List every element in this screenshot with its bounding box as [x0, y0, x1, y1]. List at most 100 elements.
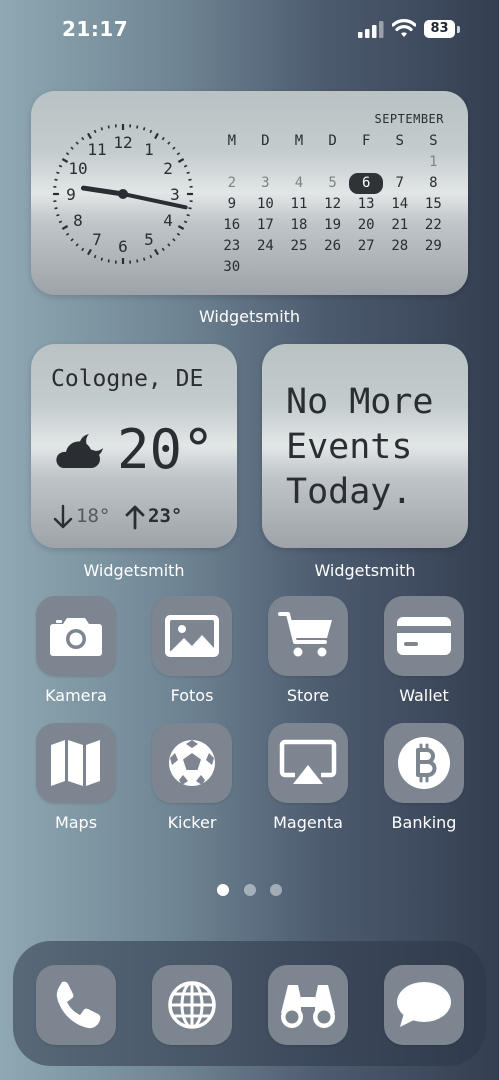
calendar-day: 10 — [256, 196, 274, 212]
app-banking[interactable] — [384, 723, 464, 803]
calendar-day: 5 — [328, 175, 337, 191]
clock-number: 2 — [163, 159, 173, 178]
clock-tick — [87, 248, 92, 256]
clock-tick — [75, 243, 79, 247]
calendar-clock-widget[interactable]: 12 1 2 3 4 5 6 7 8 9 10 11 SEPTEMBER MDMDFSS1234567… — [31, 91, 468, 295]
clock-tick — [100, 257, 104, 261]
battery-icon: 83 — [424, 20, 460, 39]
clock-tick — [81, 136, 85, 141]
arrow-down-icon — [53, 504, 73, 529]
weekday-header: S — [395, 133, 404, 149]
clock-tick — [54, 178, 58, 181]
clock-tick — [75, 141, 79, 145]
map-icon — [51, 740, 100, 786]
clock-tick — [136, 125, 139, 129]
app-maps[interactable] — [36, 723, 116, 803]
clock-tick — [161, 247, 165, 252]
clock-number: 3 — [170, 185, 180, 204]
widget-label: Widgetsmith — [198, 307, 301, 326]
soccer-ball-icon — [169, 740, 215, 786]
clock-tick — [142, 127, 146, 131]
clock-number: 11 — [87, 140, 106, 159]
widget-label: Widgetsmith — [83, 561, 185, 580]
clock-tick — [100, 127, 104, 131]
page-dot-2[interactable] — [244, 884, 256, 896]
app-label-kicker: Kicker — [167, 813, 217, 832]
clock-tick — [183, 164, 188, 168]
weekday-header: M — [294, 133, 304, 149]
calendar-day: 25 — [290, 238, 308, 254]
clock-tick — [176, 232, 181, 236]
calendar-day: 14 — [391, 196, 409, 212]
globe-icon — [168, 981, 216, 1029]
arrow-up-icon — [125, 505, 145, 530]
clock-tick — [58, 220, 63, 224]
clock-number: 6 — [118, 237, 128, 256]
calendar-day: 27 — [357, 238, 375, 254]
clock-number: 4 — [163, 211, 173, 230]
app-kicker[interactable] — [152, 723, 232, 803]
weather-temperature: 20° — [117, 418, 215, 481]
analog-clock: 12 12 3 45678 9 1011 — [53, 124, 193, 264]
clock-number: 9 — [66, 185, 76, 204]
clock-number: 1 — [144, 140, 154, 159]
weather-city: Cologne, DE — [51, 366, 204, 392]
app-kamera[interactable] — [36, 596, 116, 676]
wifi-icon — [392, 19, 416, 37]
app-store[interactable] — [268, 596, 348, 676]
app-wallet[interactable] — [384, 596, 464, 676]
clock-number: 7 — [92, 230, 102, 249]
calendar-day: 22 — [424, 217, 442, 233]
app-fotos[interactable] — [152, 596, 232, 676]
weekday-header: D — [328, 133, 337, 149]
calendar-day — [383, 152, 417, 173]
clock-tick — [81, 247, 85, 252]
clock-tick — [70, 238, 74, 242]
calendar-day: 2 — [227, 175, 237, 191]
clock-tick — [107, 125, 110, 129]
clock-tick — [188, 207, 192, 210]
clock-tick — [56, 171, 60, 175]
clock-tick — [136, 259, 139, 263]
dock-browser[interactable] — [152, 965, 232, 1045]
calendar-day: 19 — [324, 217, 341, 233]
calendar-day: 3 — [261, 175, 270, 191]
clock-tick — [177, 225, 185, 230]
binoculars-icon — [281, 985, 335, 1028]
app-label-wallet: Wallet — [399, 686, 449, 705]
clock-number: 10 — [68, 159, 87, 178]
camera-icon — [50, 618, 102, 656]
wallet-card-icon — [397, 617, 451, 655]
clock-tick — [186, 213, 190, 217]
weekday-header: D — [261, 133, 270, 149]
app-magenta[interactable] — [268, 723, 348, 803]
weather-low: 18° — [76, 505, 111, 527]
calendar-day: 21 — [391, 217, 409, 233]
calendar-day: 9 — [227, 196, 237, 212]
events-line-2: Events — [286, 427, 413, 467]
dock-find[interactable] — [268, 965, 348, 1045]
clock-tick — [65, 152, 70, 156]
cloud-moon-icon — [56, 434, 103, 468]
dock-messages[interactable] — [384, 965, 464, 1045]
app-label-banking: Banking — [391, 813, 457, 832]
clock-tick — [154, 248, 159, 256]
page-dot-3[interactable] — [270, 884, 282, 896]
clock-tick — [70, 146, 74, 150]
clock-hour-hand — [80, 185, 126, 197]
calendar-day — [215, 152, 249, 173]
calendar-day: 24 — [256, 238, 274, 254]
clock-tick — [87, 132, 92, 140]
clock-tick — [93, 254, 97, 259]
calendar-day: 30 — [223, 259, 241, 275]
clock-tick — [107, 259, 110, 263]
weekday-header: F — [361, 133, 371, 149]
dock-phone[interactable] — [36, 965, 116, 1045]
calendar-day: 15 — [424, 196, 442, 212]
page-dot-1[interactable] — [217, 884, 229, 896]
clock-tick — [93, 129, 97, 134]
events-widget[interactable]: No More Events Today. — [262, 344, 468, 548]
calendar-day: 8 — [429, 175, 438, 191]
clock-tick — [149, 129, 153, 134]
weather-widget[interactable]: Cologne, DE 20° 18° 23° — [31, 344, 237, 548]
